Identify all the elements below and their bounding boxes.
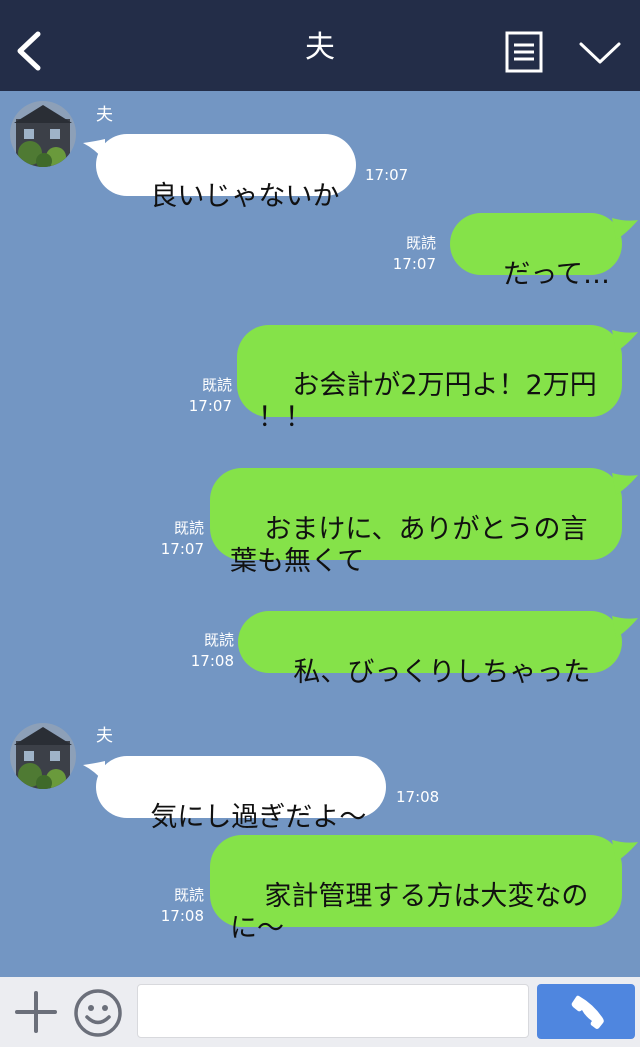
chat-title: 夫 <box>305 30 335 65</box>
message-time: 17:08 <box>396 788 440 806</box>
house-photo-icon <box>10 101 76 167</box>
add-button[interactable] <box>14 990 58 1034</box>
message-meta: 既読 17:08 <box>170 630 234 672</box>
message-bubble[interactable]: 私、びっくりしちゃった <box>238 611 622 688</box>
message-text: だって… <box>503 259 610 290</box>
message-bubble[interactable]: おまけに、ありがとうの言 葉も無くて <box>210 468 622 577</box>
message-time: 17:08 <box>190 652 234 670</box>
sender-name: 夫 <box>96 105 113 125</box>
read-receipt: 既読 <box>203 631 234 649</box>
read-receipt: 既読 <box>405 234 436 252</box>
expand-button[interactable] <box>578 38 622 68</box>
avatar[interactable] <box>10 101 76 167</box>
chat-header: 夫 <box>0 0 640 91</box>
message-time: 17:07 <box>160 540 204 558</box>
phone-icon <box>571 995 604 1029</box>
document-menu-icon <box>505 31 543 73</box>
read-receipt: 既読 <box>201 376 232 394</box>
message-text: お会計が2万円よ！2万円 ！！ <box>258 370 597 433</box>
read-receipt: 既読 <box>173 519 204 537</box>
plus-icon <box>15 991 57 1033</box>
bubble-tail <box>612 840 638 862</box>
message-bubble[interactable]: 気にし過ぎだよ～ <box>96 756 386 833</box>
message-bubble[interactable]: お会計が2万円よ！2万円 ！！ <box>237 325 622 433</box>
emoji-button[interactable] <box>73 988 123 1038</box>
bubble-tail <box>612 616 638 638</box>
sender-name: 夫 <box>96 726 113 746</box>
message-meta: 既読 17:07 <box>168 375 232 417</box>
input-bar <box>0 977 640 1047</box>
message-text: 私、びっくりしちゃった <box>293 657 591 688</box>
bubble-tail <box>612 473 638 495</box>
chat-area[interactable]: 夫 良いじゃないか 17:07 既読 17:07 だって… 既読 17:07 お… <box>0 91 640 977</box>
house-photo-icon <box>10 723 76 789</box>
message-text: 気にし過ぎだよ～ <box>150 802 367 833</box>
message-time: 17:07 <box>392 255 436 273</box>
message-meta: 既読 17:07 <box>140 518 204 560</box>
message-time: 17:08 <box>160 907 204 925</box>
message-meta: 既読 17:08 <box>140 885 204 927</box>
message-text: 良いじゃないか <box>150 181 340 212</box>
message-bubble[interactable]: だって… <box>450 213 622 290</box>
message-bubble[interactable]: 良いじゃないか <box>96 134 356 212</box>
message-time: 17:07 <box>188 397 232 415</box>
avatar[interactable] <box>10 723 76 789</box>
smiley-icon <box>74 989 122 1037</box>
bubble-tail <box>612 218 638 240</box>
call-button[interactable] <box>537 984 635 1039</box>
message-text: 家計管理する方は大変なの に～ <box>230 881 589 944</box>
message-bubble[interactable]: 家計管理する方は大変なの に～ <box>210 835 622 944</box>
message-text: おまけに、ありがとうの言 葉も無くて <box>230 514 588 577</box>
message-meta: 既読 17:07 <box>380 233 436 275</box>
message-input[interactable] <box>137 984 529 1038</box>
bubble-tail <box>612 330 638 352</box>
menu-button[interactable] <box>505 31 543 73</box>
chevron-down-icon <box>579 42 621 64</box>
message-time: 17:07 <box>365 166 409 184</box>
read-receipt: 既読 <box>173 886 204 904</box>
